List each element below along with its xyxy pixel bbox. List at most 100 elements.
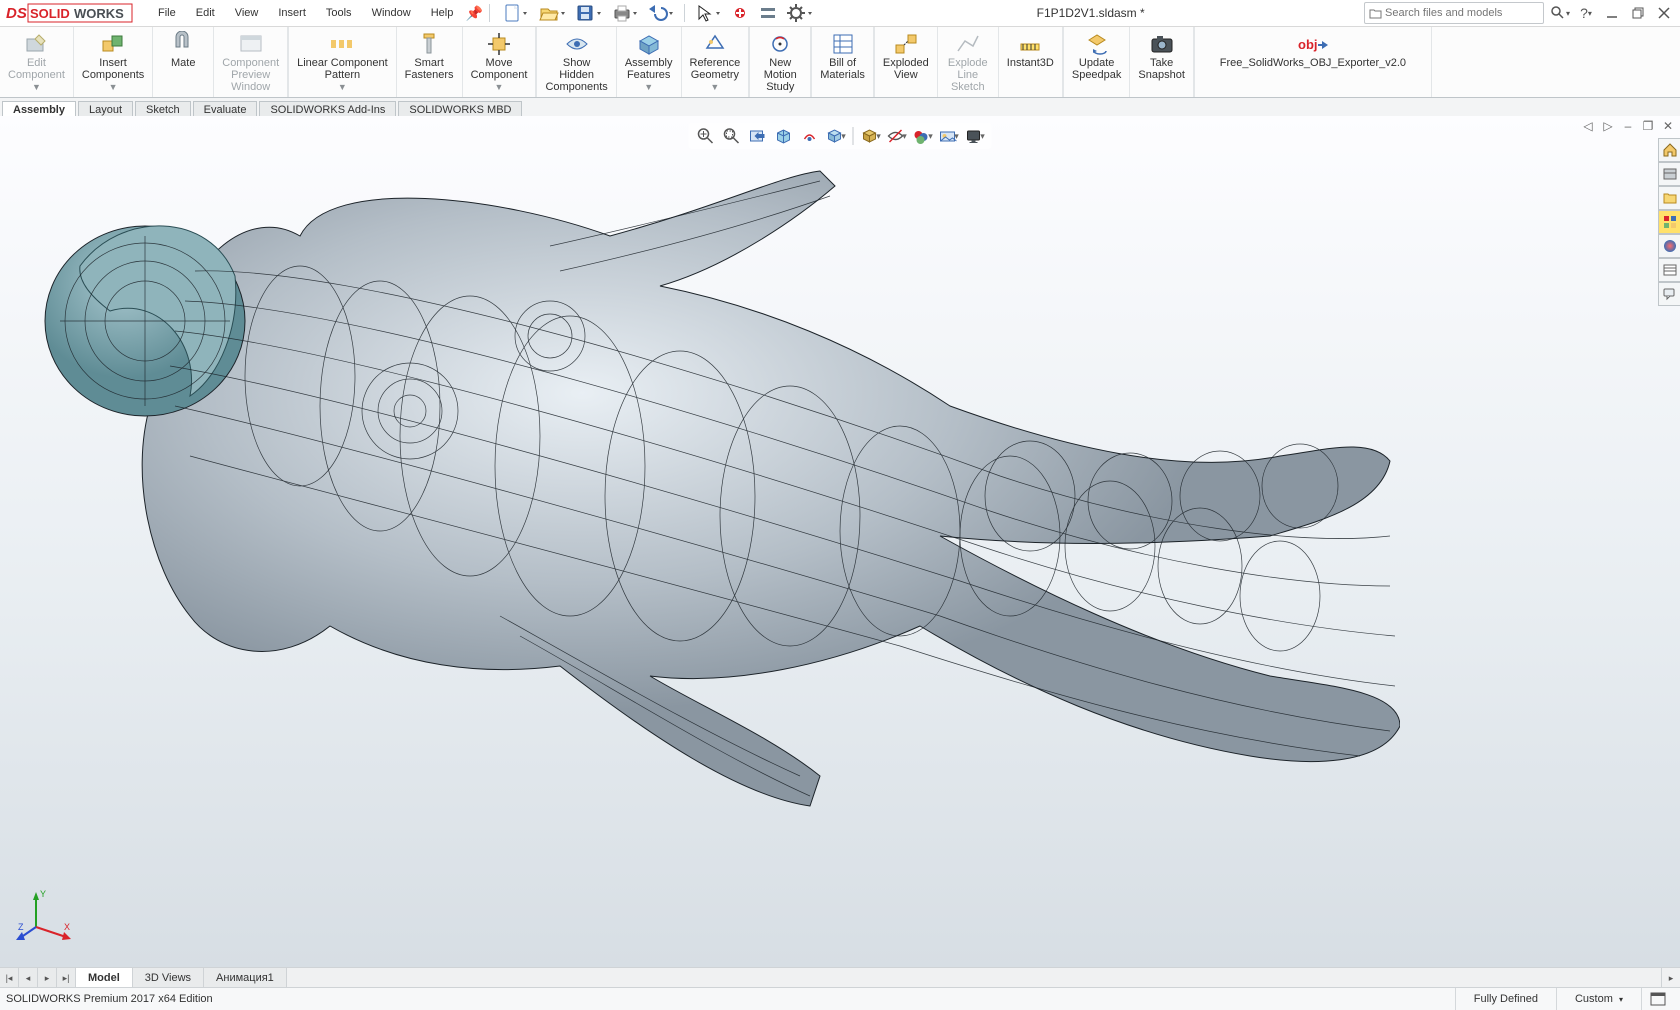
speedpak-icon (1084, 31, 1110, 57)
new-doc-button[interactable] (500, 2, 534, 24)
taskpane-view-palette-icon[interactable] (1658, 210, 1680, 234)
cmd-insert-components[interactable]: Insert Components ▼ (74, 27, 153, 97)
zoom-area-icon[interactable] (721, 125, 743, 147)
search-box[interactable] (1364, 2, 1544, 24)
svg-text:obj: obj (1298, 37, 1318, 52)
status-bar: SOLIDWORKS Premium 2017 x64 Edition Full… (0, 987, 1680, 1010)
cmd-label: Edit Component (8, 57, 65, 81)
doc-next-icon[interactable]: ▷ (1600, 118, 1616, 134)
cmd-label: Assembly Features (625, 57, 673, 81)
status-edition: SOLIDWORKS Premium 2017 x64 Edition (6, 993, 213, 1005)
chevron-down-icon: ▼ (338, 83, 347, 91)
select-button[interactable] (691, 2, 725, 24)
cmd-new-motion-study[interactable]: New Motion Study (749, 27, 811, 97)
chevron-down-icon: ▼ (495, 83, 504, 91)
options-button[interactable] (755, 2, 781, 24)
menu-view[interactable]: View (225, 0, 269, 26)
quick-access-toolbar (500, 2, 817, 24)
display-style-icon[interactable]: ▾ (860, 125, 882, 147)
cmd-instant3d[interactable]: Instant3D (999, 27, 1063, 97)
snapshot-icon (1149, 31, 1175, 57)
menu-window[interactable]: Window (362, 0, 421, 26)
undo-button[interactable] (644, 2, 678, 24)
menu-file[interactable]: File (148, 0, 186, 26)
previous-view-icon[interactable] (747, 125, 769, 147)
obj-exporter-icon: obj (1298, 33, 1328, 55)
settings-button[interactable] (783, 2, 817, 24)
zoom-fit-icon[interactable] (695, 125, 717, 147)
save-button[interactable] (572, 2, 606, 24)
taskpane-design-library-icon[interactable] (1658, 162, 1680, 186)
bottom-tab-animation[interactable]: Анимация1 (204, 968, 287, 988)
menu-bar: DS SOLID WORKS File Edit View Insert Too… (0, 0, 1680, 27)
cmd-bom[interactable]: Bill of Materials (811, 27, 874, 97)
svg-text:X: X (64, 922, 70, 932)
status-units[interactable]: Custom ▾ (1556, 988, 1641, 1010)
cmd-linear-pattern[interactable]: Linear Component Pattern ▼ (288, 27, 397, 97)
cmd-exploded-view[interactable]: Exploded View (874, 27, 938, 97)
doc-window-controls: ◁ ▷ – ❐ ✕ (1580, 118, 1676, 134)
taskpane-custom-props-icon[interactable] (1658, 258, 1680, 282)
status-maximize-icon[interactable] (1641, 988, 1674, 1010)
close-button[interactable] (1654, 3, 1674, 23)
cmd-assembly-features[interactable]: Assembly Features ▼ (617, 27, 682, 97)
taskpane-file-explorer-icon[interactable] (1658, 186, 1680, 210)
graphics-viewport[interactable]: ◁ ▷ – ❐ ✕ (0, 116, 1680, 968)
pin-icon[interactable]: 📌 (463, 5, 485, 22)
cmd-obj-exporter[interactable]: obj Free_SolidWorks_OBJ_Exporter_v2.0 (1194, 27, 1432, 97)
doc-minimize-icon[interactable]: – (1620, 118, 1636, 134)
print-button[interactable] (608, 2, 642, 24)
help-button[interactable]: ? ▾ (1576, 3, 1596, 23)
cmd-take-snapshot[interactable]: Take Snapshot (1130, 27, 1193, 97)
svg-text:SOLID: SOLID (30, 6, 70, 21)
cmd-label: Update Speedpak (1072, 57, 1122, 81)
restore-button[interactable] (1628, 3, 1648, 23)
taskpane-appearances-icon[interactable] (1658, 234, 1680, 258)
menu-edit[interactable]: Edit (186, 0, 225, 26)
cmd-smart-fasteners[interactable]: Smart Fasteners (397, 27, 463, 97)
svg-text:WORKS: WORKS (74, 6, 124, 21)
rebuild-button[interactable] (727, 2, 753, 24)
apply-scene-icon[interactable]: ▾ (938, 125, 960, 147)
chevron-down-icon: ▼ (32, 83, 41, 91)
command-manager-ribbon: Edit Component ▼ Insert Components ▼ Mat… (0, 27, 1680, 98)
cmd-label: Linear Component Pattern (297, 57, 388, 81)
mate-icon (170, 31, 196, 57)
doc-restore-icon[interactable]: ❐ (1640, 118, 1656, 134)
tab-scroll-icon[interactable]: ▸ (1661, 968, 1680, 988)
hide-show-icon[interactable]: ▾ (886, 125, 908, 147)
tab-last-icon[interactable]: ▸| (57, 968, 76, 988)
view-settings-icon[interactable]: ▾ (964, 125, 986, 147)
tab-prev-icon[interactable]: ◂ (19, 968, 38, 988)
menu-help[interactable]: Help (421, 0, 464, 26)
assembly-features-icon (636, 31, 662, 57)
minimize-button[interactable] (1602, 3, 1622, 23)
cmd-mate[interactable]: Mate (153, 27, 214, 97)
cmd-move-component[interactable]: Move Component ▼ (463, 27, 537, 97)
orientation-triad[interactable]: Y X Z (16, 882, 76, 942)
edit-appearance-icon[interactable]: ▾ (912, 125, 934, 147)
tab-first-icon[interactable]: |◂ (0, 968, 19, 988)
bottom-tab-model[interactable]: Model (76, 968, 133, 988)
dynamic-view-icon[interactable] (799, 125, 821, 147)
tab-next-icon[interactable]: ▸ (38, 968, 57, 988)
chevron-down-icon: ▼ (109, 83, 118, 91)
view-orientation-icon[interactable]: ▾ (825, 125, 847, 147)
exploded-view-icon (893, 31, 919, 57)
menu-insert[interactable]: Insert (268, 0, 316, 26)
search-button[interactable]: ▾ (1550, 3, 1570, 23)
doc-close-icon[interactable]: ✕ (1660, 118, 1676, 134)
menu-tools[interactable]: Tools (316, 0, 362, 26)
search-input[interactable] (1383, 6, 1539, 20)
cmd-show-hidden[interactable]: Show Hidden Components (536, 27, 616, 97)
svg-text:DS: DS (6, 5, 27, 22)
doc-prev-icon[interactable]: ◁ (1580, 118, 1596, 134)
taskpane-home-icon[interactable] (1658, 138, 1680, 162)
cmd-reference-geometry[interactable]: Reference Geometry ▼ (682, 27, 750, 97)
cmd-update-speedpak[interactable]: Update Speedpak (1063, 27, 1131, 97)
taskpane-forum-icon[interactable] (1658, 282, 1680, 306)
section-view-icon[interactable] (773, 125, 795, 147)
open-button[interactable] (536, 2, 570, 24)
cmd-label: Smart Fasteners (405, 57, 454, 81)
bottom-tab-3dviews[interactable]: 3D Views (133, 968, 204, 988)
